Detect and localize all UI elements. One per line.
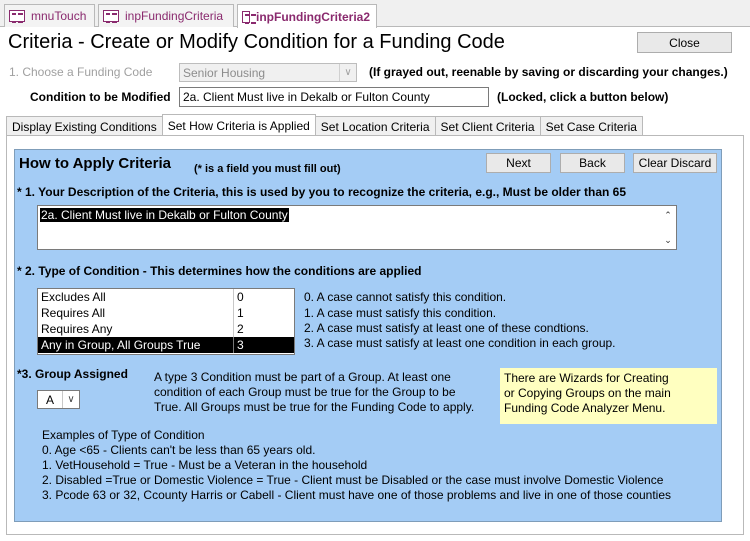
form-icon — [242, 10, 256, 24]
doc-tab-label: inpFundingCriteria2 — [256, 9, 370, 24]
condition-type-name: Requires All — [41, 306, 106, 320]
funding-code-combo[interactable]: Senior Housing ∨ — [179, 63, 357, 82]
doc-tab-inpfundingcriteria[interactable]: inpFundingCriteria — [98, 4, 234, 27]
column-divider — [233, 321, 234, 337]
group-description: A type 3 Condition must be part of a Gro… — [154, 370, 474, 415]
condition-type-name: Any in Group, All Groups True — [41, 338, 201, 352]
document-tab-bar: mnuTouch inpFundingCriteria inpFundingCr… — [0, 0, 750, 28]
column-divider — [233, 289, 234, 305]
group-value: A — [46, 393, 55, 407]
list-item[interactable]: Requires Any 2 — [38, 321, 294, 337]
condition-type-code: 0 — [237, 290, 244, 304]
condition-note: (Locked, click a button below) — [497, 90, 669, 104]
q1-label: * 1. Your Description of the Criteria, t… — [17, 185, 627, 199]
column-divider — [233, 305, 234, 321]
form-title: Criteria - Create or Modify Condition fo… — [8, 31, 505, 53]
doc-tab-label: inpFundingCriteria — [125, 9, 224, 23]
funding-code-note: (If grayed out, reenable by saving or di… — [369, 65, 728, 79]
wizard-note-line: or Copying Groups on the main — [504, 386, 671, 400]
chevron-down-icon[interactable]: ∨ — [62, 391, 79, 408]
example-line: 3. Pcode 63 or 32, Ccounty Harris or Cab… — [42, 488, 672, 502]
example-line: 0. Age <65 - Clients can't be less than … — [42, 443, 316, 457]
close-button[interactable]: Close — [637, 32, 732, 53]
type-description: 3. A case must satisfy at least one cond… — [304, 336, 616, 350]
q3-label: *3. Group Assigned — [17, 367, 128, 381]
description-text: 2a. Client Must live in Dekalb or Fulton… — [40, 208, 289, 222]
tab-set-location-criteria[interactable]: Set Location Criteria — [314, 116, 436, 136]
scroll-up-icon[interactable]: ⌃ — [662, 209, 674, 221]
examples-block: Examples of Type of Condition 0. Age <65… — [42, 428, 671, 503]
doc-tab-label: mnuTouch — [31, 9, 87, 23]
required-note: (* is a field you must fill out) — [194, 163, 341, 175]
wizard-note-line: Funding Code Analyzer Menu. — [504, 401, 666, 415]
condition-type-code: 2 — [237, 322, 244, 336]
group-description-line: A type 3 Condition must be part of a Gro… — [154, 370, 451, 384]
condition-type-listbox[interactable]: Excludes All 0 Requires All 1 Requires A… — [37, 288, 295, 355]
chevron-down-icon[interactable]: ∨ — [339, 64, 356, 81]
tab-display-existing-conditions[interactable]: Display Existing Conditions — [6, 116, 163, 136]
condition-type-name: Excludes All — [41, 290, 106, 304]
condition-label: Condition to be Modified — [30, 90, 171, 104]
form-icon — [9, 10, 25, 23]
q2-label: * 2. Type of Condition - This determines… — [17, 264, 422, 278]
description-textarea[interactable]: 2a. Client Must live in Dekalb or Fulton… — [37, 205, 677, 250]
condition-field[interactable]: 2a. Client Must live in Dekalb or Fulton… — [179, 87, 489, 107]
tab-set-client-criteria[interactable]: Set Client Criteria — [434, 116, 541, 136]
tab-set-case-criteria[interactable]: Set Case Criteria — [539, 116, 643, 136]
form-icon — [103, 10, 119, 23]
group-description-line: condition of each Group must be true for… — [154, 385, 456, 399]
list-item[interactable]: Excludes All 0 — [38, 289, 294, 305]
panel-heading: How to Apply Criteria — [19, 155, 171, 172]
tab-set-how-criteria-is-applied[interactable]: Set How Criteria is Applied — [161, 114, 316, 136]
column-divider — [233, 337, 234, 353]
doc-tab-inpfundingcriteria2[interactable]: inpFundingCriteria2 — [237, 4, 377, 28]
example-line: 2. Disabled =True or Domestic Violence =… — [42, 473, 664, 487]
condition-type-name: Requires Any — [41, 322, 113, 336]
next-button[interactable]: Next — [486, 153, 551, 173]
wizard-note-line: There are Wizards for Creating — [504, 371, 669, 385]
type-description: 1. A case must satisfy this condition. — [304, 306, 497, 320]
wizard-note: There are Wizards for Creating or Copyin… — [500, 368, 717, 424]
list-item[interactable]: Requires All 1 — [38, 305, 294, 321]
type-description: 2. A case must satisfy at least one of t… — [304, 321, 589, 335]
funding-code-value: Senior Housing — [183, 66, 266, 80]
condition-type-code: 1 — [237, 306, 244, 320]
list-item-selected[interactable]: Any in Group, All Groups True 3 — [38, 337, 294, 353]
back-button[interactable]: Back — [560, 153, 625, 173]
type-description: 0. A case cannot satisfy this condition. — [304, 290, 507, 304]
scroll-down-icon[interactable]: ⌄ — [662, 234, 674, 246]
doc-tab-mnutouch[interactable]: mnuTouch — [4, 4, 95, 27]
example-line: 1. VetHousehold = True - Must be a Veter… — [42, 458, 368, 472]
clear-discard-button[interactable]: Clear Discard — [633, 153, 717, 173]
group-combo[interactable]: A ∨ — [37, 390, 80, 409]
funding-code-label: 1. Choose a Funding Code — [9, 65, 153, 79]
form-tab-bar: Display Existing Conditions Set How Crit… — [6, 114, 643, 136]
condition-type-code: 3 — [237, 338, 244, 352]
group-description-line: True. All Groups must be true for the Fu… — [154, 400, 475, 414]
examples-heading: Examples of Type of Condition — [42, 428, 205, 442]
